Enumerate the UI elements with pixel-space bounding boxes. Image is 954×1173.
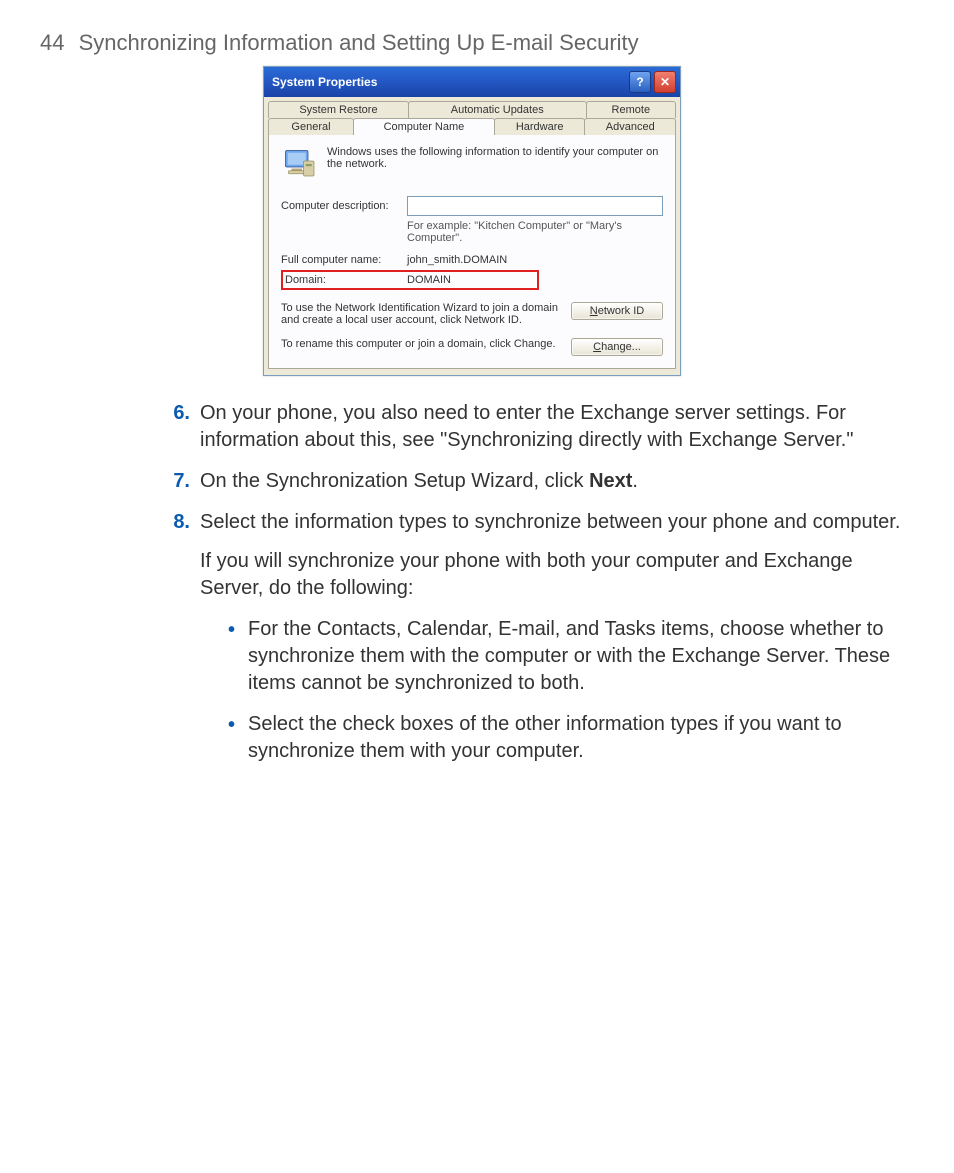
tab-general[interactable]: General: [268, 118, 354, 135]
instructions: 6. On your phone, you also need to enter…: [40, 400, 904, 779]
system-properties-dialog: System Properties ? ✕ System Restore Aut…: [263, 66, 681, 376]
bullet-icon: •: [228, 711, 248, 765]
step-6-text: On your phone, you also need to enter th…: [200, 400, 904, 454]
description-label: Computer description:: [281, 200, 407, 212]
tab-hardware[interactable]: Hardware: [494, 118, 586, 135]
tab-computer-name[interactable]: Computer Name: [353, 118, 495, 135]
change-button[interactable]: Change...: [571, 338, 663, 356]
titlebar: System Properties ? ✕: [264, 67, 680, 97]
bullet-1-text: For the Contacts, Calendar, E-mail, and …: [248, 616, 904, 697]
page-header: 44 Synchronizing Information and Setting…: [40, 30, 904, 56]
description-hint: For example: "Kitchen Computer" or "Mary…: [407, 220, 663, 244]
bullet-icon: •: [228, 616, 248, 697]
rename-text: To rename this computer or join a domain…: [281, 338, 559, 350]
network-id-text: To use the Network Identification Wizard…: [281, 302, 559, 326]
step-8-subtext: If you will synchronize your phone with …: [200, 548, 904, 602]
full-computer-name-label: Full computer name:: [281, 254, 407, 266]
tab-automatic-updates[interactable]: Automatic Updates: [408, 101, 587, 118]
step-number-6: 6.: [160, 400, 200, 454]
tab-system-restore[interactable]: System Restore: [268, 101, 409, 118]
domain-label: Domain:: [285, 274, 407, 286]
tab-advanced[interactable]: Advanced: [584, 118, 676, 135]
domain-highlight: Domain: DOMAIN: [281, 270, 539, 290]
full-computer-name-value: john_smith.DOMAIN: [407, 254, 507, 266]
page-number: 44: [40, 30, 64, 55]
intro-text: Windows uses the following information t…: [327, 146, 663, 170]
dialog-title: System Properties: [272, 75, 626, 89]
computer-name-panel: Windows uses the following information t…: [268, 134, 676, 369]
network-id-button[interactable]: Network ID: [571, 302, 663, 320]
description-input[interactable]: [407, 196, 663, 216]
help-button[interactable]: ?: [629, 71, 651, 93]
bullet-2-text: Select the check boxes of the other info…: [248, 711, 904, 765]
page-title: Synchronizing Information and Setting Up…: [79, 30, 639, 55]
computer-icon: [281, 146, 317, 182]
step-7-text: On the Synchronization Setup Wizard, cli…: [200, 468, 904, 495]
tab-remote[interactable]: Remote: [586, 101, 676, 118]
close-button[interactable]: ✕: [654, 71, 676, 93]
step-8-text: Select the information types to synchron…: [200, 509, 904, 536]
domain-value: DOMAIN: [407, 274, 451, 286]
step-number-7: 7.: [160, 468, 200, 495]
step-number-8: 8.: [160, 509, 200, 779]
